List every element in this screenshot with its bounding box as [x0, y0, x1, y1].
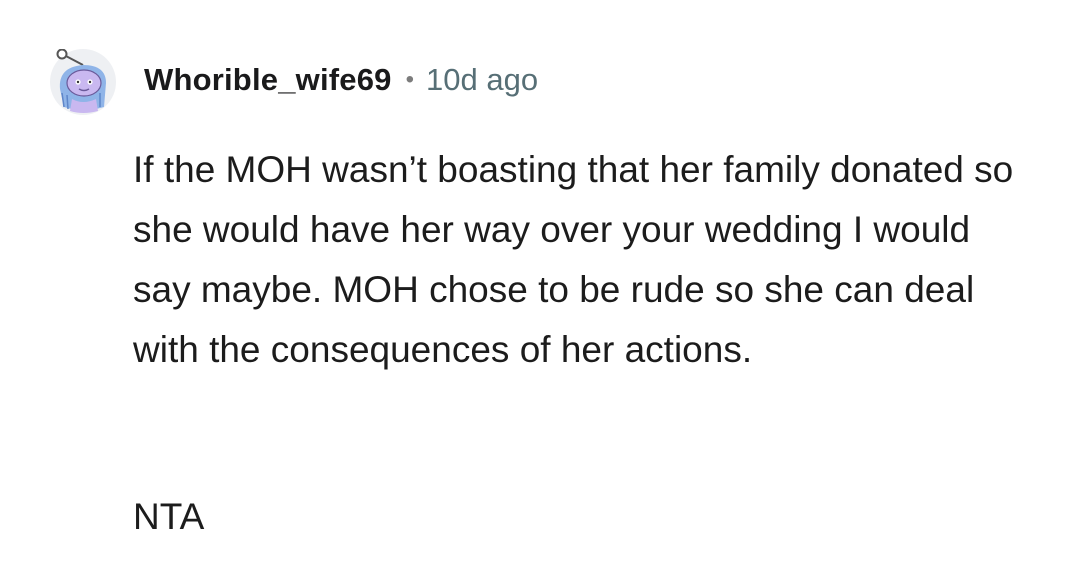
timestamp: 10d ago [426, 62, 539, 97]
meta-separator: • [405, 66, 415, 93]
comment-body-paragraph: If the MOH wasn’t boasting that her fami… [133, 149, 1014, 370]
snoo-avatar-icon [50, 49, 116, 115]
avatar[interactable] [50, 49, 116, 115]
comment-body: If the MOH wasn’t boasting that her fami… [133, 140, 1033, 380]
comment: Whorible_wife69 • 10d ago If the MOH was… [0, 0, 1080, 572]
comment-header: Whorible_wife69 • 10d ago [50, 44, 538, 120]
comment-meta: Whorible_wife69 • 10d ago [144, 62, 538, 98]
username-link[interactable]: Whorible_wife69 [144, 62, 392, 98]
comment-verdict: NTA [133, 496, 205, 537]
